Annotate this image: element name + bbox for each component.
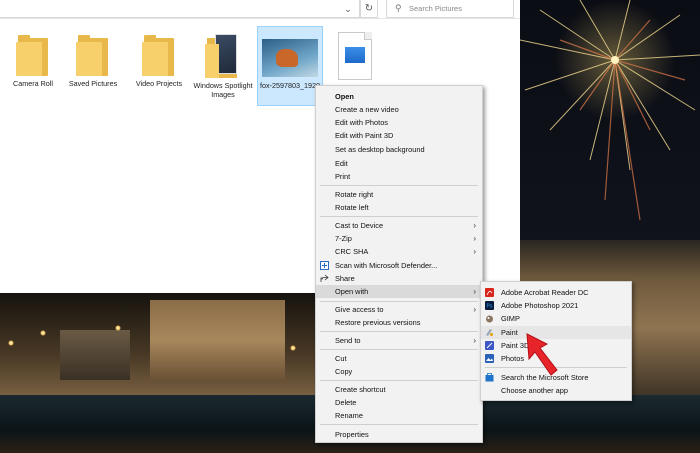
chevron-right-icon: ›	[473, 305, 476, 314]
file-label: fox-2597803_1920	[260, 81, 320, 90]
menu-separator	[320, 424, 478, 425]
chevron-right-icon: ›	[473, 247, 476, 256]
menu-label: 7-Zip	[335, 234, 352, 243]
chevron-right-icon: ›	[473, 221, 476, 230]
refresh-icon[interactable]: ↻	[360, 0, 378, 18]
menu-label: Send to	[335, 336, 361, 345]
fox-thumbnail	[262, 39, 318, 77]
menu-item-properties[interactable]: Properties	[316, 428, 482, 441]
menu-item-crc-sha[interactable]: CRC SHA ›	[316, 245, 482, 258]
image-file-icon	[338, 32, 372, 80]
chevron-right-icon: ›	[473, 287, 476, 296]
folder-item[interactable]: Camera Roll	[0, 26, 66, 106]
menu-separator	[320, 331, 478, 332]
menu-item-give-access[interactable]: Give access to ›	[316, 303, 482, 316]
menu-item-print[interactable]: Print	[316, 170, 482, 183]
fireworks-image	[520, 0, 700, 221]
menu-item-restore-versions[interactable]: Restore previous versions	[316, 316, 482, 329]
gimp-icon	[486, 315, 493, 323]
file-label: Camera Roll	[13, 79, 53, 88]
street-light	[115, 325, 121, 331]
menu-label: Open with	[335, 287, 369, 296]
menu-label: Paint	[501, 328, 518, 337]
folder-icon	[142, 32, 176, 76]
app-item-photoshop[interactable]: Ps Adobe Photoshop 2021	[481, 299, 631, 312]
search-icon: ⚲	[395, 3, 402, 13]
building	[150, 300, 285, 380]
menu-item-rotate-right[interactable]: Rotate right	[316, 188, 482, 201]
folder-item[interactable]: Windows Spotlight Images	[190, 26, 256, 106]
red-arrow-annotation	[526, 333, 558, 376]
menu-separator	[320, 216, 478, 217]
menu-label: CRC SHA	[335, 247, 369, 256]
building	[60, 330, 130, 380]
menu-separator	[320, 301, 478, 302]
svg-text:Ps: Ps	[487, 304, 493, 310]
folder-photo-icon	[205, 32, 241, 78]
folder-icon	[76, 32, 110, 76]
file-label: Windows Spotlight Images	[193, 81, 253, 99]
store-icon	[485, 373, 494, 382]
file-label: Video Projects	[135, 79, 183, 88]
paint3d-icon	[485, 341, 494, 350]
folder-item[interactable]: Video Projects	[126, 26, 192, 106]
street-light	[8, 340, 14, 346]
app-item-acrobat[interactable]: Adobe Acrobat Reader DC	[481, 286, 631, 299]
menu-separator	[320, 349, 478, 350]
menu-label: Adobe Acrobat Reader DC	[501, 288, 589, 297]
file-label: Saved Pictures	[68, 79, 118, 88]
menu-item-set-background[interactable]: Set as desktop background	[316, 143, 482, 156]
menu-item-edit-paint3d[interactable]: Edit with Paint 3D	[316, 129, 482, 142]
menu-item-choose-app[interactable]: Choose another app	[481, 384, 631, 397]
menu-label: Share	[335, 274, 355, 283]
acrobat-icon	[485, 288, 494, 297]
address-bar[interactable]	[0, 0, 360, 18]
photoshop-icon: Ps	[485, 301, 494, 310]
street-light	[290, 345, 296, 351]
menu-item-delete[interactable]: Delete	[316, 396, 482, 409]
menu-item-open-with[interactable]: Open with ›	[316, 285, 482, 298]
menu-item-7zip[interactable]: 7-Zip ›	[316, 232, 482, 245]
menu-label: Scan with Microsoft Defender...	[335, 261, 438, 270]
chevron-right-icon: ›	[473, 336, 476, 345]
search-placeholder: Search Pictures	[409, 4, 462, 13]
defender-icon	[320, 261, 329, 270]
search-box[interactable]: ⚲ Search Pictures	[386, 0, 514, 18]
share-icon	[320, 274, 329, 282]
menu-item-copy[interactable]: Copy	[316, 365, 482, 378]
image-file-item[interactable]: fox-2597803_1920	[257, 26, 323, 106]
menu-item-cast[interactable]: Cast to Device ›	[316, 219, 482, 232]
menu-item-send-to[interactable]: Send to ›	[316, 334, 482, 347]
photos-icon	[485, 354, 494, 363]
menu-item-create-shortcut[interactable]: Create shortcut	[316, 383, 482, 396]
menu-item-edit-photos[interactable]: Edit with Photos	[316, 116, 482, 129]
menu-item-open[interactable]: Open	[316, 90, 482, 103]
context-menu: Open Create a new video Edit with Photos…	[315, 85, 483, 443]
menu-label: GIMP	[501, 314, 520, 323]
menu-label: Adobe Photoshop 2021	[501, 301, 579, 310]
menu-item-rotate-left[interactable]: Rotate left	[316, 201, 482, 214]
street-light	[40, 330, 46, 336]
chevron-right-icon: ›	[473, 234, 476, 243]
menu-separator	[320, 380, 478, 381]
app-item-gimp[interactable]: GIMP	[481, 312, 631, 325]
menu-item-rename[interactable]: Rename	[316, 409, 482, 422]
menu-item-defender[interactable]: Scan with Microsoft Defender...	[316, 259, 482, 272]
menu-label: Give access to	[335, 305, 384, 314]
folder-icon	[16, 32, 50, 76]
paint-icon	[486, 329, 493, 336]
menu-item-cut[interactable]: Cut	[316, 352, 482, 365]
menu-label: Cast to Device	[335, 221, 384, 230]
chevron-down-icon[interactable]: ⌄	[342, 3, 354, 15]
address-toolbar: ⌄ ↻ ⚲ Search Pictures	[0, 0, 520, 19]
menu-separator	[320, 185, 478, 186]
menu-item-edit[interactable]: Edit	[316, 157, 482, 170]
folder-item[interactable]: Saved Pictures	[60, 26, 126, 106]
menu-item-share[interactable]: Share	[316, 272, 482, 285]
menu-item-create-video[interactable]: Create a new video	[316, 103, 482, 116]
